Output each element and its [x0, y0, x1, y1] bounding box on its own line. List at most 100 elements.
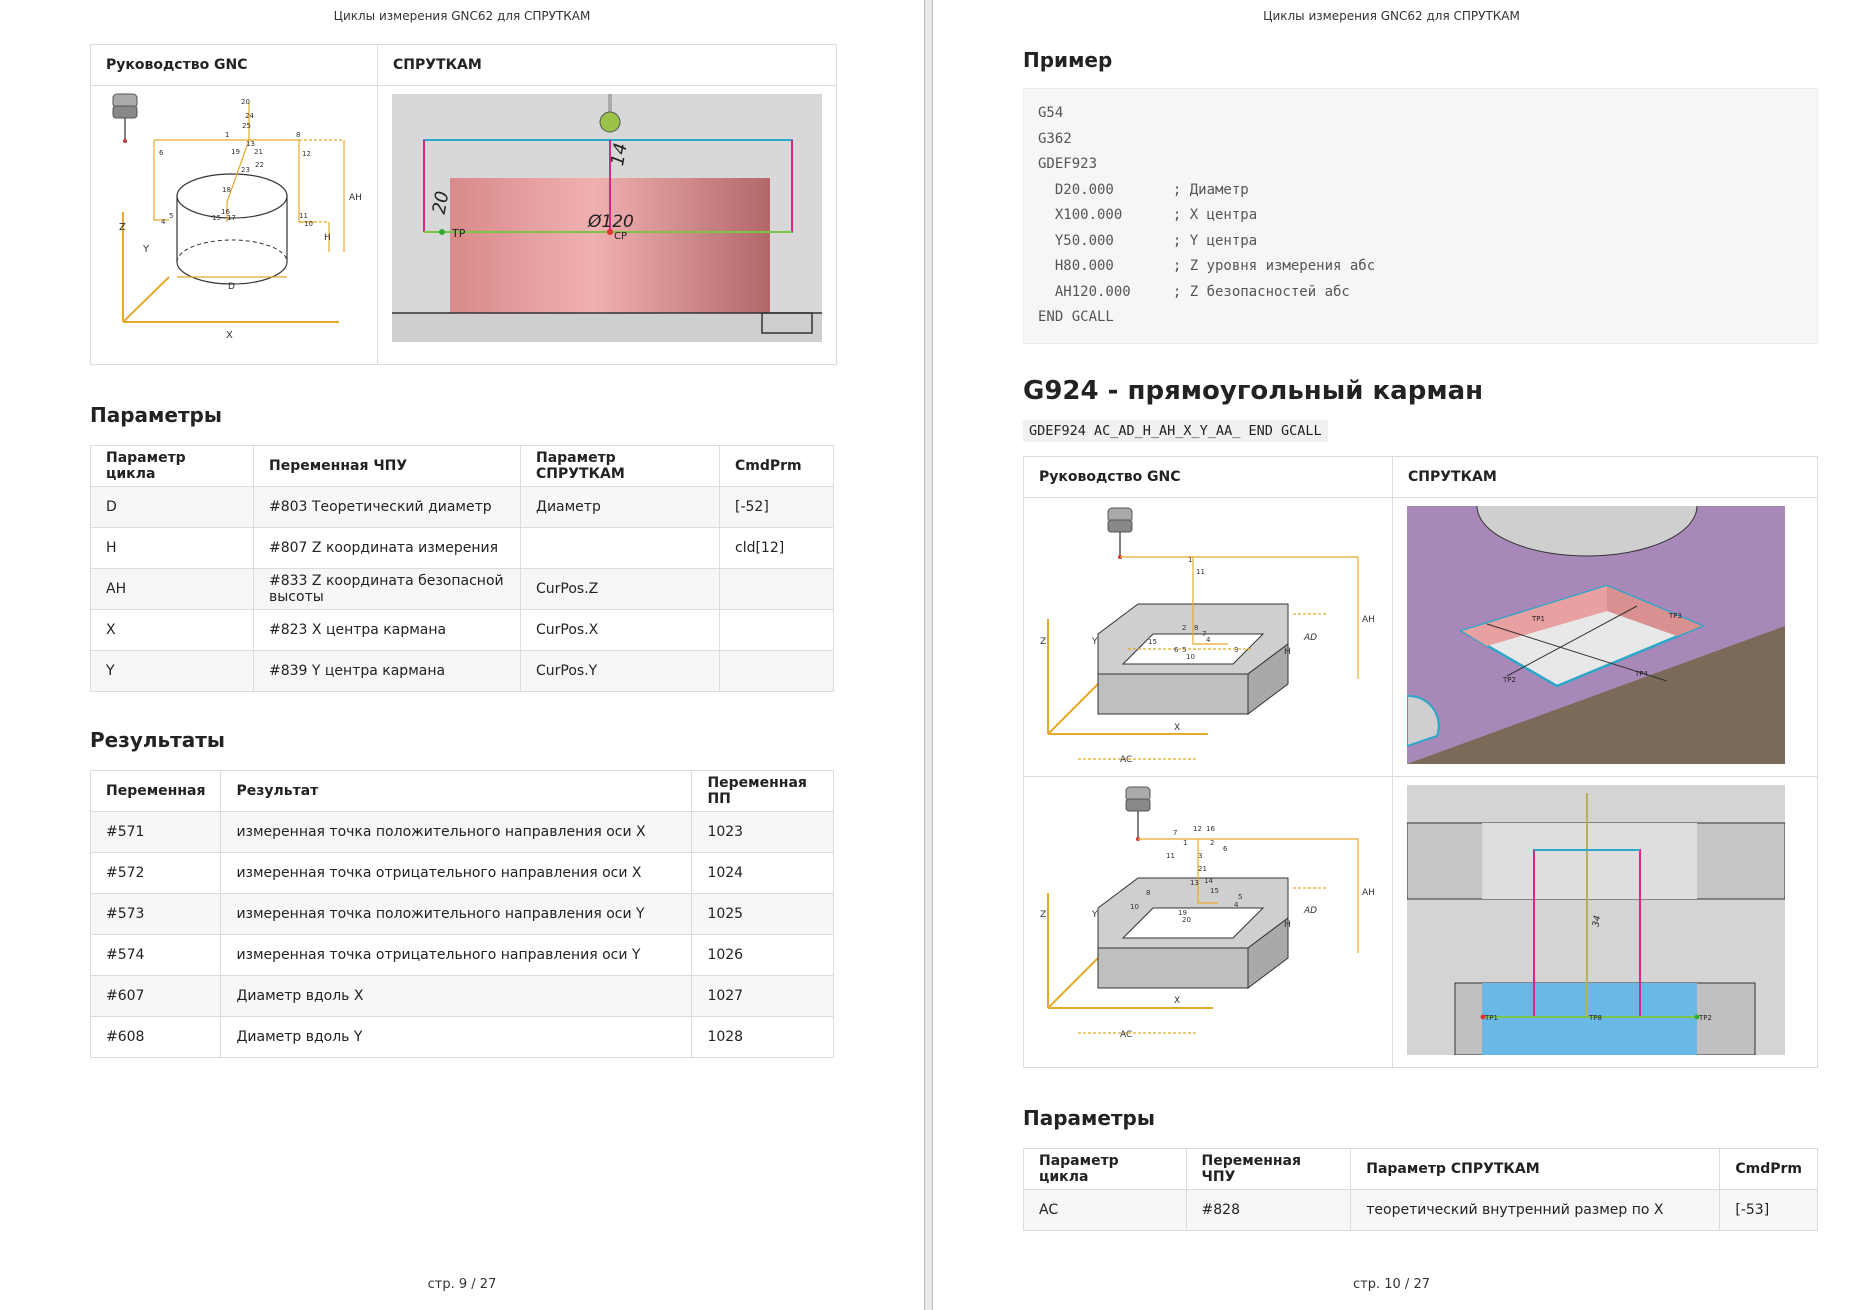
label-ac: AC	[1120, 755, 1132, 764]
axis-label-y: Y	[1091, 637, 1098, 647]
label-5: 5	[169, 212, 173, 220]
gnc-pocket-diagram-1: AH AD H Z Y X AC 1 11 2 8 7 4 6 5 10 3 1…	[1040, 507, 1375, 765]
axis-label-x: X	[226, 330, 233, 341]
cell: X	[90, 609, 254, 651]
label-2: 2	[1210, 839, 1214, 847]
cell: #607	[89, 975, 222, 1017]
label-15: 15	[1210, 887, 1219, 895]
label-10: 10	[1186, 653, 1195, 661]
probe-icon	[1125, 786, 1151, 841]
table-row: H #807 Z координата измерения cld[12]	[90, 527, 834, 569]
cell: измеренная точка отрицательного направле…	[220, 934, 693, 976]
running-header: Циклы измерения GNC62 для СПРУТКАМ	[333, 9, 591, 23]
cell: Диаметр	[520, 486, 720, 528]
probe-icon	[1107, 507, 1133, 559]
cell: Диаметр вдоль X	[220, 975, 693, 1017]
label-10: 10	[1130, 903, 1139, 911]
probe-tip-icon	[599, 111, 621, 133]
tp8-label: TP8	[1588, 1014, 1602, 1022]
th-var: Переменная ЧПУ	[1185, 1147, 1352, 1190]
tp4-label: TP4	[1634, 670, 1648, 678]
tp1-label: TP1	[1531, 615, 1545, 623]
label-4: 4	[1234, 901, 1239, 909]
cell	[719, 568, 834, 610]
table-row: #573 измеренная точка положительного нап…	[89, 893, 834, 935]
label-13: 13	[1190, 879, 1199, 887]
cylinder-shape	[176, 173, 288, 285]
axis-label-z: Z	[119, 222, 126, 233]
cell	[719, 609, 834, 651]
g924-title: G924 - прямоугольный карман	[1023, 375, 1484, 406]
table-row: Y #839 Y центра кармана CurPos.Y	[90, 650, 834, 692]
cell: AH	[90, 568, 254, 610]
table-row: #571 измеренная точка положительного нап…	[89, 811, 834, 853]
th-variable: Переменная	[89, 770, 222, 812]
label-23: 23	[241, 166, 250, 174]
gnc-figure-cell-1: AH AD H Z Y X AC 1 11 2 8 7 4 6 5 10 3 1…	[1023, 496, 1393, 777]
label-16: 16	[1206, 825, 1215, 833]
image-table: Руководство GNC СПРУТКАМ	[1023, 455, 1818, 1068]
cell: [-52]	[719, 486, 834, 528]
label-6: 6	[1223, 845, 1228, 853]
cell: #807 Z координата измерения	[253, 527, 521, 569]
th-cmdprm: CmdPrm	[719, 445, 834, 487]
label-ah: AH	[349, 193, 362, 203]
label-h: H	[1284, 647, 1291, 657]
axis-label-x: X	[1174, 723, 1180, 733]
label-1: 1	[1188, 556, 1192, 564]
table-row: AH #833 Z координата безопасной высоты C…	[90, 568, 834, 610]
cell: CurPos.Y	[520, 650, 720, 692]
cell: [-53]	[1719, 1188, 1818, 1231]
cell: #574	[89, 934, 222, 976]
tp2-label: TP2	[1698, 1014, 1712, 1022]
label-1: 1	[225, 131, 229, 139]
col-header-sprut: СПРУТКАМ	[1392, 455, 1818, 498]
page-number: стр. 9 / 27	[427, 1277, 497, 1292]
table-row: #608 Диаметр вдоль Y 1028	[89, 1016, 834, 1058]
cell: D	[90, 486, 254, 528]
results-table: Переменная Результат Переменная ПП #571 …	[89, 770, 834, 1058]
cell: H	[90, 527, 254, 569]
label-20: 20	[241, 98, 250, 106]
label-8: 8	[1146, 889, 1150, 897]
cell: 1027	[691, 975, 834, 1017]
code-block: G54 G362 GDEF923 D20.000 ; Диаметр X100.…	[1023, 88, 1818, 344]
label-19: 19	[231, 148, 240, 156]
th-sprut: Параметр СПРУТКАМ	[1350, 1147, 1721, 1190]
cell: 1024	[691, 852, 834, 894]
example-title: Пример	[1023, 48, 1113, 72]
axis-label-y: Y	[1091, 910, 1098, 920]
table-row: #572 измеренная точка отрицательного нап…	[89, 852, 834, 894]
th-result: Результат	[220, 770, 693, 812]
label-ah: AH	[1362, 615, 1375, 625]
table-row: AC #828 теоретический внутренний размер …	[1023, 1188, 1818, 1231]
cell: 1025	[691, 893, 834, 935]
label-22: 22	[255, 161, 264, 169]
sprut-figure-cell-2: 34 TP1 TP2 TP8	[1392, 775, 1818, 1068]
th-sprut: Параметр СПРУТКАМ	[520, 445, 720, 487]
tp3-label: TP3	[1668, 612, 1682, 620]
label-4: 4	[161, 218, 166, 226]
table-row: D #803 Теоретический диаметр Диаметр [-5…	[90, 486, 834, 528]
th-cmdprm: CmdPrm	[1719, 1147, 1818, 1190]
label-12: 12	[1193, 825, 1202, 833]
params-table: Параметр цикла Переменная ЧПУ Параметр С…	[90, 445, 834, 692]
cell: #839 Y центра кармана	[253, 650, 521, 692]
cell: Диаметр вдоль Y	[220, 1016, 693, 1058]
label-11: 11	[1166, 852, 1175, 860]
label-6: 6	[1174, 646, 1179, 654]
sprut-figure-cell: 14 20 Ø120 TP CP	[377, 85, 837, 365]
cell: #828	[1185, 1188, 1352, 1231]
label-7: 7	[1173, 829, 1177, 837]
label-11: 11	[1196, 568, 1205, 576]
col-header-sprut: СПРУТКАМ	[377, 44, 837, 86]
label-5: 5	[1238, 893, 1242, 901]
tp-label: TP	[451, 227, 466, 240]
inline-code: GDEF924 AC_AD_H_AH_X_Y_AA_ END GCALL	[1023, 419, 1328, 442]
table-row: #574 измеренная точка отрицательного нап…	[89, 934, 834, 976]
dim-20-label: 20	[429, 190, 454, 216]
image-table: Руководство GNC СПРУТКАМ	[90, 44, 837, 365]
cell: измеренная точка положительного направле…	[220, 893, 693, 935]
col-header-gnc: Руководство GNC	[1023, 455, 1393, 498]
label-ah: AH	[1362, 888, 1375, 898]
